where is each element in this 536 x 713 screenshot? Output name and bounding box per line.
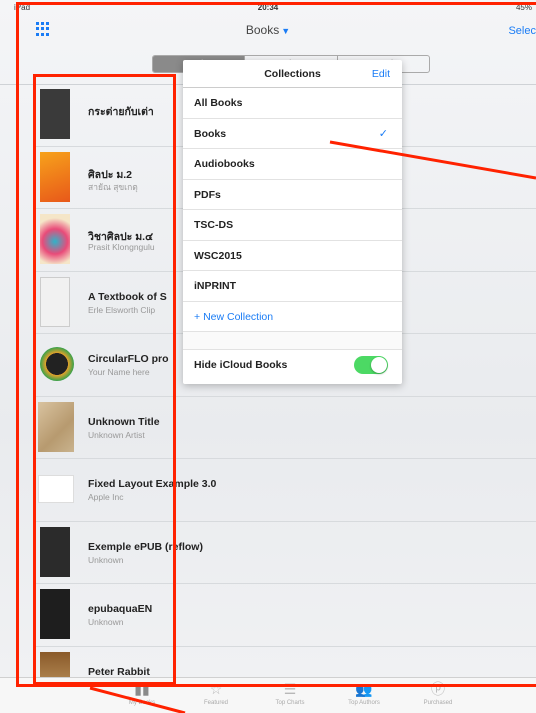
- annotation-arrow-books: [329, 140, 536, 180]
- annotation-arrow-tab: [89, 686, 186, 713]
- ibooks-screen: iPad 20:34 45% Books▼ Selec Books Author…: [0, 0, 536, 713]
- annotation-arrows: [89, 140, 536, 713]
